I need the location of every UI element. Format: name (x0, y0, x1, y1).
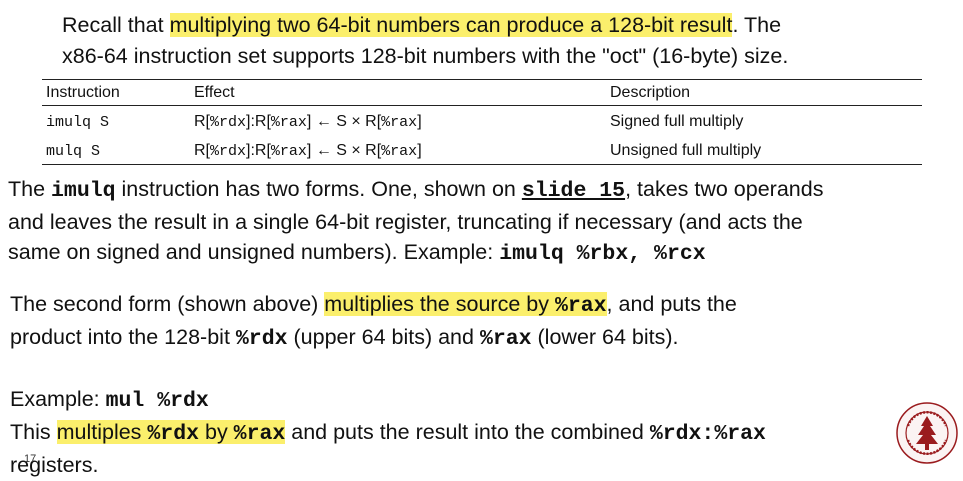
para2-text: The second form (shown above) (10, 292, 325, 316)
para1-line-3: same on signed and unsigned numbers). Ex… (8, 237, 823, 270)
intro-line-2: x86-64 instruction set supports 128-bit … (62, 44, 789, 68)
para2-line-1: The second form (shown above) multiplies… (10, 289, 737, 322)
cell-description: Signed full multiply (610, 112, 744, 130)
effect-reg: %rax (270, 142, 307, 160)
example-line: Example: mul %rdx (10, 384, 766, 417)
para1-text: The (8, 177, 52, 201)
example-paragraph: Example: mul %rdx This multiples %rdx by… (10, 384, 766, 481)
imulq-paragraph: The imulq instruction has two forms. One… (8, 174, 823, 270)
code-example: imulq %rbx, %rcx (499, 242, 706, 266)
effect-part: R[ (194, 112, 210, 130)
effect-part: R[ (194, 141, 210, 159)
highlight-text: multiplies the source by (324, 292, 555, 316)
page-number: 17 (24, 453, 37, 465)
effect-part: ] (417, 112, 422, 130)
intro-text: . The (732, 13, 782, 37)
table-header-row: Instruction Effect Description (42, 79, 922, 106)
para2-text: , and puts the (606, 292, 737, 316)
header-effect: Effect (190, 79, 606, 106)
code-rax: %rax (554, 294, 607, 318)
para3-text: and puts the result into the combined (285, 420, 650, 444)
cell-effect: R[%rdx]:R[%rax] ← S × R[%rax] (190, 135, 606, 165)
para1-text: instruction has two forms. One, shown on (115, 177, 522, 201)
cell-description: Unsigned full multiply (606, 135, 922, 165)
effect-reg: %rax (270, 113, 307, 131)
para1-text: same on signed and unsigned numbers). Ex… (8, 240, 500, 264)
instruction-code: imulq S (46, 113, 110, 131)
para2-text: product into the 128-bit (10, 325, 236, 349)
effect-part: ] ← S × R[ (306, 141, 382, 159)
highlight-text: by (199, 420, 234, 444)
effect-part: ]:R[ (246, 112, 271, 130)
highlight-multiplies: multiples %rdx by %rax (56, 420, 286, 446)
slide-15-link[interactable]: slide 15 (522, 179, 625, 203)
para3-text: This (10, 420, 57, 444)
code-mul: mul %rdx (105, 389, 209, 413)
code-rdx: %rdx (147, 422, 200, 446)
header-instruction: Instruction (42, 79, 190, 106)
para1-line-2: and leaves the result in a single 64-bit… (8, 209, 803, 234)
effect-reg: %rdx (210, 113, 247, 131)
highlight-text: multiples (56, 420, 148, 444)
para1-line-1: The imulq instruction has two forms. One… (8, 174, 823, 207)
para3-line-3: registers. 17 (10, 450, 766, 481)
cell-effect: R[%rdx]:R[%rax] ← S × R[%rax] (190, 106, 606, 136)
intro-line-1: Recall that multiplying two 64-bit numbe… (62, 10, 788, 41)
para1-text: , takes two operands (625, 177, 824, 201)
effect-part: ] (417, 141, 422, 159)
para2-line-2: product into the 128-bit %rdx (upper 64 … (10, 322, 737, 355)
cell-instruction: imulq S (42, 106, 190, 136)
second-form-paragraph: The second form (shown above) multiplies… (10, 289, 737, 355)
table-row: mulq S R[%rdx]:R[%rax] ← S × R[%rax] Uns… (42, 135, 922, 165)
effect-reg: %rdx (210, 142, 247, 160)
para3-line-2: This multiples %rdx by %rax and puts the… (10, 417, 766, 450)
stanford-seal-logo (896, 402, 958, 464)
intro-text: Recall that (62, 13, 170, 37)
effect-reg: %rax (381, 113, 418, 131)
header-description: Description (606, 79, 922, 106)
highlight-128bit: multiplying two 64-bit numbers can produ… (169, 13, 733, 37)
cell-instruction: mulq S (42, 135, 190, 165)
table-row: imulq S R[%rdx]:R[%rax] ← S × R[%rax] Si… (42, 106, 922, 136)
code-rdx: %rdx (235, 327, 288, 351)
code-imulq: imulq (51, 179, 116, 203)
highlight-source: multiplies the source by %rax (324, 292, 607, 318)
code-rax: %rax (233, 422, 286, 446)
code-rdx-rax: %rdx:%rax (649, 422, 766, 446)
para2-text: (lower 64 bits). (531, 325, 679, 349)
intro-paragraph: Recall that multiplying two 64-bit numbe… (62, 10, 788, 72)
example-label: Example: (10, 387, 106, 411)
effect-reg: %rax (381, 142, 418, 160)
effect-part: ]:R[ (246, 141, 271, 159)
para2-text: (upper 64 bits) and (287, 325, 480, 349)
instruction-table: Instruction Effect Description imulq S R… (42, 79, 922, 165)
code-rax: %rax (479, 327, 532, 351)
effect-part: ] ← S × R[ (306, 112, 382, 130)
instruction-code: mulq S (46, 142, 101, 160)
